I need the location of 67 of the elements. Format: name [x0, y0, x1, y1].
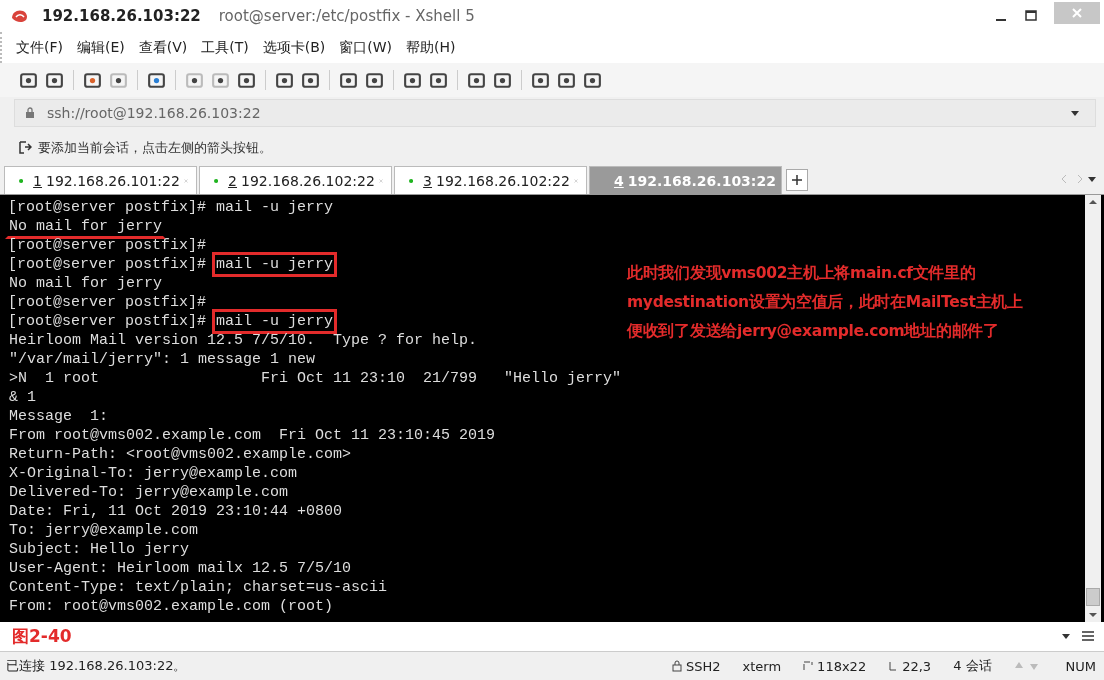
menu-icon[interactable]: [1082, 631, 1094, 642]
resize-icon: [803, 660, 814, 673]
scrollbar[interactable]: [1085, 195, 1101, 622]
terminal-type: xterm: [742, 658, 782, 674]
window-host: 192.168.26.103:22: [42, 6, 201, 25]
tab-number: 3: [423, 172, 432, 189]
terminal-text: Message 1:: [8, 407, 110, 428]
menu-item[interactable]: 工具(T): [201, 38, 249, 57]
terminal-text: User-Agent: Heirloom mailx 12.5 7/5/10: [8, 559, 353, 580]
terminal-text: Subject: Hello jerry: [8, 540, 191, 561]
terminal-text: Content-Type: text/plain; charset=us-ascii: [8, 578, 389, 599]
terminal-size: 118x22: [817, 658, 867, 674]
menu-item[interactable]: 编辑(E): [77, 38, 125, 57]
tab-label: 192.168.26.102:22: [436, 172, 570, 189]
terminal-text: >N 1 root Fri Oct 11 23:10 21/799 "Hello jerry": [8, 369, 623, 390]
session-tab[interactable]: 1 192.168.26.101:22: [4, 166, 197, 195]
terminal-text: Delivered-To: jerry@example.com: [8, 483, 290, 504]
arrow-icon[interactable]: [18, 140, 32, 155]
session-tab[interactable]: 3 192.168.26.102:22: [394, 166, 587, 195]
dropdown-icon[interactable]: [1062, 633, 1070, 639]
terminal-text: From: root@vms002.example.com (root): [8, 597, 335, 618]
terminal-text: No mail for jerry: [8, 274, 164, 295]
terminal-prompt: [root@server postfix]#: [8, 255, 207, 275]
address-value: ssh://root@192.168.26.103:22: [47, 105, 261, 121]
tab-number: 2: [228, 172, 237, 189]
address-field[interactable]: ssh://root@192.168.26.103:22: [14, 99, 1096, 127]
terminal-text: Date: Fri, 11 Oct 2019 23:10:44 +0800: [8, 502, 344, 523]
add-tab-icon[interactable]: [786, 169, 808, 192]
terminal-text: mail -u jerry: [212, 252, 338, 278]
app-logo-icon: [10, 7, 30, 24]
session-tab[interactable]: 2 192.168.26.102:22: [199, 166, 392, 195]
terminal-text: & 1: [8, 388, 37, 409]
tab-label: 192.168.26.103:22: [627, 172, 776, 189]
terminal-text: To: jerry@example.com: [8, 521, 200, 542]
tab-label: 192.168.26.102:22: [241, 172, 375, 189]
terminal-text: Return-Path: <root@vms002.example.com>: [8, 445, 353, 466]
terminal-text: From root@vms002.example.com Fri Oct 11 23:10:45 2019: [8, 426, 497, 447]
cursor-icon: [888, 660, 899, 673]
connection-status: 已连接 192.168.26.103:22。: [6, 657, 187, 676]
annotation-text: 此时我们发现vms002主机上将main.cf文件里的: [627, 263, 977, 284]
tab-number: 4: [614, 172, 624, 189]
terminal-text: "/var/mail/jerry": 1 message 1 new: [8, 350, 317, 371]
terminal-text: X-Original-To: jerry@example.com: [8, 464, 299, 485]
hint-text: 要添加当前会话，点击左侧的箭头按钮。: [38, 138, 272, 157]
tab-label: 192.168.26.101:22: [46, 172, 180, 189]
cursor-position: 22,3: [902, 658, 932, 674]
figure-caption: 图2-40: [12, 624, 72, 648]
dropdown-icon[interactable]: [1071, 110, 1079, 116]
annotation-text: 便收到了发送给jerry@example.com地址的邮件了: [627, 321, 1000, 342]
protocol-text: SSH2: [685, 658, 721, 674]
window-title: root@server:/etc/postfix - Xshell 5: [218, 6, 475, 25]
session-count: 4 会话: [953, 657, 992, 676]
status-dot-icon: [19, 176, 24, 185]
menu-item[interactable]: 帮助(H): [406, 38, 456, 57]
menu-item[interactable]: 文件(F): [16, 38, 63, 57]
menu-item[interactable]: 查看(V): [138, 38, 188, 57]
menu-item[interactable]: 窗口(W): [339, 38, 393, 57]
terminal-prompt: [root@server postfix]#: [8, 293, 207, 313]
terminal-text: mail -u jerry: [215, 198, 335, 219]
annotation-text: mydestination设置为空值后，此时在MailTest主机上: [627, 292, 1023, 313]
tab-number: 1: [33, 172, 42, 189]
scrollbar-thumb[interactable]: [1086, 587, 1100, 606]
status-dot-icon: [214, 176, 219, 185]
status-dot-icon: [409, 176, 414, 185]
menu-item[interactable]: 选项卡(B): [262, 38, 326, 57]
num-lock-indicator: NUM: [1065, 658, 1096, 674]
terminal-prompt: [root@server postfix]#: [8, 312, 207, 332]
